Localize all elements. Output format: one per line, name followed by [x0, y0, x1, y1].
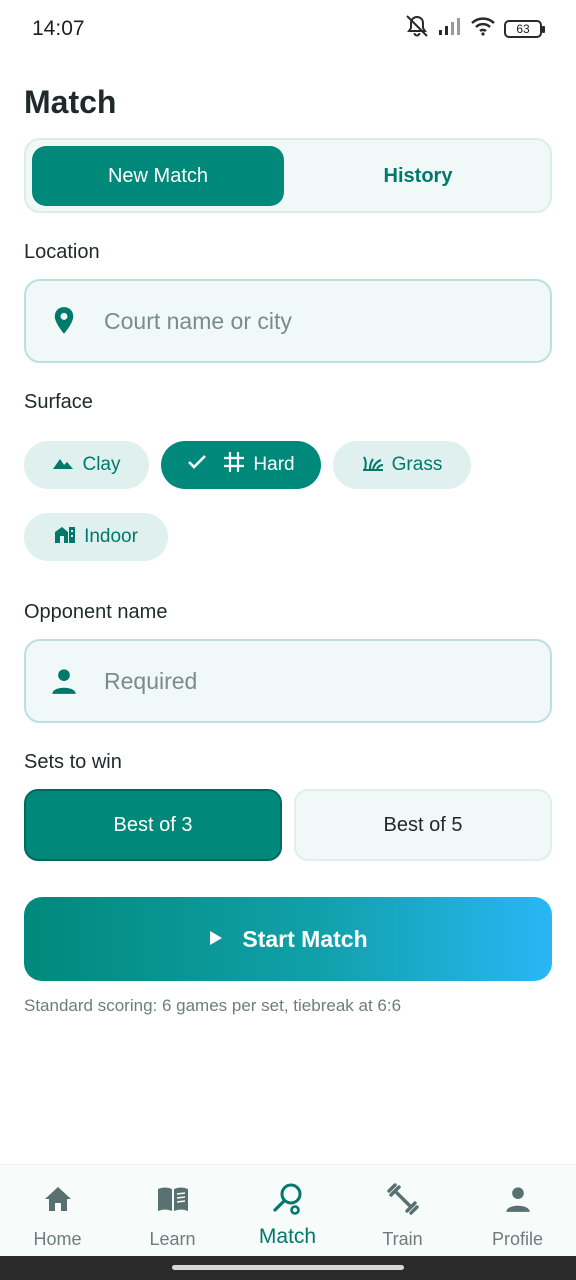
racket-icon — [271, 1183, 305, 1215]
nav-item-profile[interactable]: Profile — [460, 1165, 575, 1257]
home-gesture-handle[interactable] — [172, 1265, 404, 1270]
surface-chip-hard[interactable]: Hard — [161, 441, 321, 489]
dumbbell-icon — [386, 1183, 419, 1215]
nav-label: Profile — [491, 1229, 544, 1249]
surface-chip-indoor[interactable]: Indoor — [24, 513, 168, 561]
tab-history[interactable]: History — [292, 146, 544, 206]
best-of-3-button[interactable]: Best of 3 — [24, 789, 282, 861]
battery-icon: 63 — [504, 19, 545, 38]
nav-item-home[interactable]: Home — [0, 1165, 115, 1257]
check-icon — [187, 454, 207, 476]
sets-label: Sets to win — [24, 751, 122, 773]
person-icon — [504, 1183, 532, 1215]
best-of-5-button[interactable]: Best of 5 — [294, 789, 552, 861]
location-label: Location — [24, 241, 100, 263]
surface-chip-label: Hard — [253, 454, 295, 475]
signal-icon — [438, 16, 462, 41]
status-icons: 63 — [404, 14, 545, 43]
opponent-label: Opponent name — [24, 601, 168, 623]
person-icon — [46, 667, 82, 695]
building-icon — [54, 524, 76, 550]
surface-chip-label: Clay — [82, 454, 121, 475]
silent-bell-icon — [404, 14, 430, 43]
surface-chip-label: Indoor — [84, 526, 138, 547]
location-field[interactable] — [24, 279, 552, 363]
status-bar: 14:07 63 — [0, 0, 576, 56]
nav-label: Home — [33, 1229, 82, 1249]
surface-label: Surface — [24, 391, 93, 413]
opponent-input[interactable] — [104, 667, 524, 695]
status-time: 14:07 — [32, 17, 85, 40]
nav-label: Train — [382, 1229, 423, 1249]
play-icon — [208, 926, 224, 953]
gesture-bar — [0, 1256, 576, 1280]
page-title: Match — [24, 84, 117, 120]
bottom-nav: Home Learn Match Train Profile — [0, 1164, 576, 1256]
opponent-field[interactable] — [24, 639, 552, 723]
surface-chip-clay[interactable]: Clay — [24, 441, 149, 489]
location-input[interactable] — [104, 307, 524, 335]
tab-new-match[interactable]: New Match — [32, 146, 284, 206]
grid-icon — [223, 451, 245, 479]
grass-icon — [362, 453, 384, 477]
start-match-button[interactable]: Start Match — [24, 897, 552, 981]
location-pin-icon — [46, 306, 82, 336]
wifi-icon — [470, 16, 496, 41]
nav-item-learn[interactable]: Learn — [115, 1165, 230, 1257]
nav-label: Learn — [149, 1229, 196, 1249]
nav-label: Match — [258, 1225, 317, 1248]
surface-chip-label: Grass — [391, 454, 443, 475]
nav-item-train[interactable]: Train — [345, 1165, 460, 1257]
nav-item-match[interactable]: Match — [230, 1165, 345, 1257]
scoring-hint: Standard scoring: 6 games per set, tiebr… — [24, 996, 402, 1015]
surface-chip-grass[interactable]: Grass — [333, 441, 471, 489]
start-match-label: Start Match — [242, 925, 368, 952]
home-icon — [43, 1183, 73, 1215]
book-icon — [156, 1183, 190, 1215]
match-tabs: New Match History — [24, 138, 552, 213]
mountain-icon — [52, 454, 74, 476]
